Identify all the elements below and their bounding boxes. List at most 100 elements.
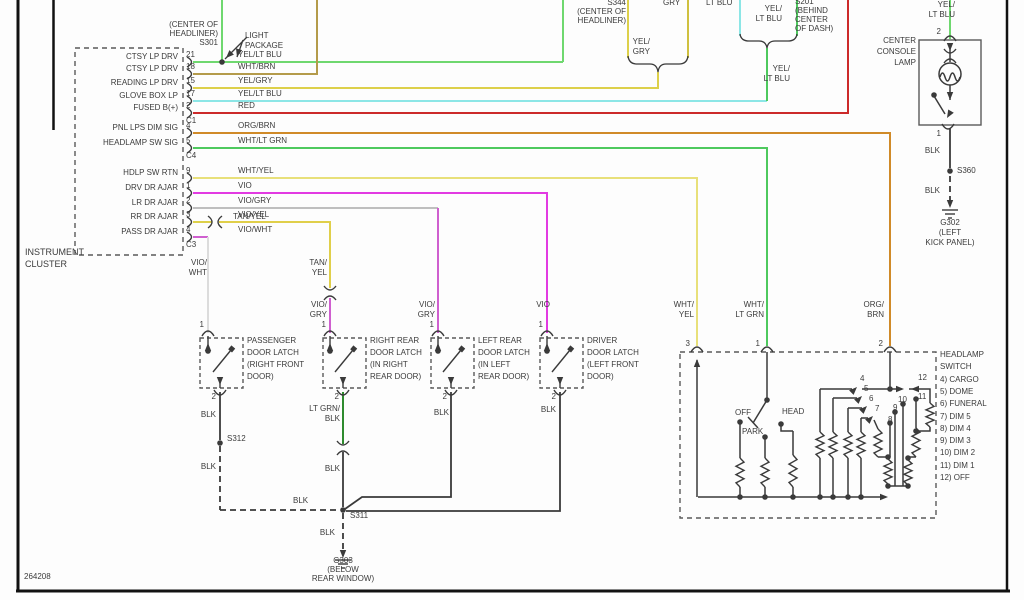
wire_tags-vio_wht_lines-1-label: WHT bbox=[189, 268, 207, 277]
instrument_cluster-connectors-1-label: C4 bbox=[186, 151, 196, 160]
wiring-diagram-page: { "diagram_number": "264208", "colors": … bbox=[0, 0, 1024, 600]
notes-s344_lines-1-label: (CENTER OF bbox=[577, 7, 626, 16]
top_cut-s201_lines-3-label: OF DASH) bbox=[795, 24, 833, 33]
grounds-g302-loc_lines-0-label: (LEFT bbox=[939, 228, 961, 237]
splices-s311-label: S311 bbox=[350, 511, 368, 520]
headlamp_switch-legend_lines-10-label: 12) OFF bbox=[940, 473, 970, 482]
instrument_cluster-rows-9-signal-label: LR DR AJAR bbox=[132, 198, 178, 207]
instrument_cluster-rows-8-pin-label: 1 bbox=[186, 181, 190, 190]
top_cut-lt_blu-label: LT BLU bbox=[706, 0, 732, 7]
wire_tags-wht_yel_lines-0-label: WHT/ bbox=[674, 300, 694, 309]
instrument_cluster-rows-4-wire-label: RED bbox=[238, 101, 255, 110]
wire_tags-blk-label: BLK bbox=[925, 146, 940, 155]
headlamp_switch-contact_numbers-5-label: 9 bbox=[893, 403, 897, 412]
instrument_cluster-name_lines-1-label: CLUSTER bbox=[25, 260, 67, 269]
wire_tags-vio_gry_lines-0-label: VIO/ bbox=[311, 300, 327, 309]
top_cut-s201_lines-1-label: (BEHIND bbox=[795, 6, 828, 15]
notes-light_package-1-label: PACKAGE bbox=[245, 41, 283, 50]
wire_tags-wht_lt_grn_lines-1-label: LT GRN bbox=[735, 310, 764, 319]
grounds-g302-loc_lines-1-label: KICK PANEL) bbox=[925, 238, 974, 247]
door_latches-0-pin_bottom-label: 2 bbox=[212, 392, 216, 401]
headlamp_switch-contact_numbers-1-label: 5 bbox=[864, 384, 868, 393]
headlamp_switch-positions-0-label: OFF bbox=[735, 408, 751, 417]
instrument_cluster-rows-2-wire-label: YEL/GRY bbox=[238, 76, 273, 85]
instrument_cluster-rows-3-pin-label: 17 bbox=[186, 89, 195, 98]
instrument_cluster-rows-9-pin-label: 2 bbox=[186, 196, 190, 205]
headlamp_switch-positions-2-label: HEAD bbox=[782, 407, 804, 416]
door_latches-2-name_lines-3-label: REAR DOOR) bbox=[478, 372, 529, 381]
wire_tags-yel_lt_blu_lines-0-label: YEL/ bbox=[773, 64, 790, 73]
wire_tags-yel_lt_blu_lines-0-label: YEL/ bbox=[765, 4, 782, 13]
instrument_cluster-rows-9-wire-label: VIO/GRY bbox=[238, 196, 271, 205]
door_latches-0-pin_top-label: 1 bbox=[200, 320, 204, 329]
wire_tags-blk-label: BLK bbox=[293, 496, 308, 505]
splices-s312-label: S312 bbox=[227, 434, 246, 443]
headlamp_switch-contact_numbers-7-label: 11 bbox=[918, 392, 926, 401]
door_latches-2-name_lines-0-label: LEFT REAR bbox=[478, 336, 522, 345]
headlamp_switch-contact_numbers-0-label: 4 bbox=[860, 374, 864, 383]
wire_tags-vio-label: VIO bbox=[536, 300, 550, 309]
door_latches-2-name_lines-1-label: DOOR LATCH bbox=[478, 348, 530, 357]
door_latches-2-name_lines-2-label: (IN LEFT bbox=[478, 360, 510, 369]
notes-center_headliner_s301-2-label: S301 bbox=[199, 38, 218, 47]
headlamp_switch-legend_lines-0-label: HEADLAMP bbox=[940, 350, 984, 359]
headlamp_switch-legend_lines-3-label: 5) DOME bbox=[940, 387, 973, 396]
headlamp_switch-legend_lines-5-label: 7) DIM 5 bbox=[940, 412, 971, 421]
top_cut-gry-label: GRY bbox=[663, 0, 680, 7]
instrument_cluster-rows-10-wire-label: VIO/YEL bbox=[238, 210, 269, 219]
notes-s344_lines-0-label: S344 bbox=[607, 0, 626, 7]
instrument_cluster-rows-7-signal-label: HDLP SW RTN bbox=[123, 168, 178, 177]
grounds-g303-loc_lines-0-label: (BELOW bbox=[327, 565, 359, 574]
door_latches-1-pin_top-label: 1 bbox=[322, 320, 326, 329]
instrument_cluster-rows-1-wire-label: WHT/BRN bbox=[238, 62, 275, 71]
instrument_cluster-rows-4-signal-label: FUSED B(+) bbox=[133, 103, 178, 112]
console_lamp-pin_top-label: 2 bbox=[937, 27, 941, 36]
instrument_cluster-rows-11-wire-label: VIO/WHT bbox=[238, 225, 272, 234]
console_lamp-pin_bottom-label: 1 bbox=[937, 129, 941, 138]
wire_tags-blk-label: BLK bbox=[541, 405, 556, 414]
wire_tags-vio_gry_lines-0-label: VIO/ bbox=[419, 300, 435, 309]
door_latches-3-name_lines-3-label: DOOR) bbox=[587, 372, 614, 381]
grounds-g303-id-label: G303 bbox=[333, 556, 353, 565]
door_latches-2-pin_bottom-label: 2 bbox=[443, 392, 447, 401]
top_cut-s201_lines-2-label: CENTER bbox=[795, 15, 828, 24]
door_latches-1-name_lines-0-label: RIGHT REAR bbox=[370, 336, 419, 345]
instrument_cluster-rows-6-pin-label: 5 bbox=[186, 136, 190, 145]
notes-light_package-0-label: LIGHT bbox=[245, 31, 269, 40]
notes-s344_lines-2-label: HEADLINER) bbox=[578, 16, 626, 25]
headlamp_switch-contact_numbers-8-label: 12 bbox=[918, 373, 927, 382]
headlamp_switch-contact_numbers-4-label: 8 bbox=[888, 415, 892, 424]
door_latches-3-pin_bottom-label: 2 bbox=[552, 392, 556, 401]
wire_tags-blk-label: BLK bbox=[925, 186, 940, 195]
wire_tags-vio_wht_lines-0-label: VIO/ bbox=[191, 258, 207, 267]
headlamp_switch-legend_lines-6-label: 8) DIM 4 bbox=[940, 424, 971, 433]
instrument_cluster-connectors-0-label: C1 bbox=[186, 116, 196, 125]
wire_tags-tan_yel_lines-1-label: YEL bbox=[312, 268, 327, 277]
headlamp_switch-pins-0-label: 3 bbox=[686, 339, 690, 348]
headlamp_switch-positions-1-label: PARK bbox=[742, 427, 763, 436]
wire_tags-lt_grn_blk_lines-0-label: LT GRN/ bbox=[309, 404, 340, 413]
wire_tags-wht_lt_grn_lines-0-label: WHT/ bbox=[744, 300, 764, 309]
wire_tags-lt_grn_blk_lines-1-label: BLK bbox=[325, 414, 340, 423]
splices-s360-label: S360 bbox=[957, 166, 976, 175]
instrument_cluster-rows-3-signal-label: GLOVE BOX LP bbox=[119, 91, 178, 100]
headlamp_switch-legend_lines-2-label: 4) CARGO bbox=[940, 375, 979, 384]
notes-center_headliner_s301-0-label: (CENTER OF bbox=[169, 20, 218, 29]
instrument_cluster-rows-6-signal-label: HEADLAMP SW SIG bbox=[103, 138, 178, 147]
instrument_cluster-rows-2-pin-label: 15 bbox=[186, 76, 195, 85]
diagram_number-label: 264208 bbox=[24, 572, 51, 581]
wire_tags-blk-label: BLK bbox=[201, 410, 216, 419]
instrument_cluster-rows-8-signal-label: DRV DR AJAR bbox=[125, 183, 178, 192]
instrument_cluster-rows-0-signal-label: CTSY LP DRV bbox=[126, 52, 178, 61]
instrument_cluster-rows-5-signal-label: PNL LPS DIM SIG bbox=[113, 123, 179, 132]
instrument_cluster-rows-1-pin-label: 18 bbox=[186, 62, 195, 71]
door_latches-2-pin_top-label: 1 bbox=[430, 320, 434, 329]
instrument_cluster-rows-0-pin-label: 21 bbox=[186, 50, 195, 59]
headlamp_switch-pins-2-label: 2 bbox=[879, 339, 883, 348]
door_latches-1-pin_bottom-label: 2 bbox=[335, 392, 339, 401]
wire_tags-org_brn_lines-0-label: ORG/ bbox=[864, 300, 884, 309]
door_latches-0-name_lines-1-label: DOOR LATCH bbox=[247, 348, 299, 357]
wire_tags-blk-label: BLK bbox=[325, 464, 340, 473]
instrument_cluster-name_lines-0-label: INSTRUMENT bbox=[25, 248, 84, 257]
instrument_cluster-rows-1-signal-label: CTSY LP DRV bbox=[126, 64, 178, 73]
